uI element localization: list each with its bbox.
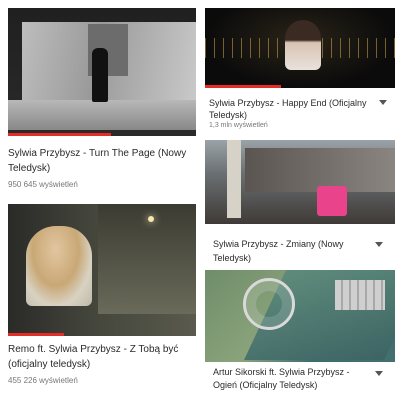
video-thumbnail[interactable] (205, 270, 395, 362)
video-views: 455 226 wyświetleń (8, 376, 78, 385)
overflow-menu-icon[interactable] (379, 100, 387, 105)
thumbnail-pillar (227, 140, 241, 218)
thumbnail-ground (8, 100, 196, 130)
video-progress-bar (8, 133, 112, 136)
thumbnail-suitcase (317, 186, 347, 216)
video-views: 950 645 wyświetleń (8, 180, 78, 189)
video-title[interactable]: Sylwia Przybysz - Turn The Page (Nowy Te… (8, 146, 194, 176)
video-progress-bar (205, 85, 281, 88)
video-title[interactable]: Remo ft. Sylwia Przybysz - Z Tobą być (o… (8, 342, 194, 372)
thumbnail-buildings (335, 280, 385, 310)
video-card-zmiany[interactable]: Sylwia Przybysz - Zmiany (Nowy Teledysk) (203, 134, 400, 268)
thumbnail-street-lamp (148, 216, 154, 222)
video-thumbnail[interactable] (205, 140, 395, 224)
thumbnail-person (92, 48, 108, 102)
video-card-turn-the-page[interactable]: Sylwia Przybysz - Turn The Page (Nowy Te… (0, 0, 199, 200)
video-thumbnail[interactable] (205, 8, 395, 88)
video-card-happy-end[interactable]: Sylwia Przybysz - Happy End (Oficjalny T… (203, 0, 400, 134)
thumbnail-person (285, 20, 321, 70)
video-card-ogien[interactable]: Artur Sikorski ft. Sylwia Przybysz - Ogi… (203, 268, 400, 400)
video-title[interactable]: Artur Sikorski ft. Sylwia Przybysz - Ogi… (213, 366, 373, 392)
video-card-z-toba-byc[interactable]: Remo ft. Sylwia Przybysz - Z Tobą być (o… (0, 200, 199, 400)
video-title[interactable]: Sylwia Przybysz - Zmiany (Nowy Teledysk) (213, 237, 373, 265)
overflow-menu-icon[interactable] (375, 371, 383, 376)
video-thumbnail[interactable] (8, 204, 196, 336)
thumbnail-street (98, 204, 196, 314)
video-views: 1,3 mln wyświetleń (209, 122, 268, 129)
thumbnail-person (26, 226, 92, 306)
thumbnail-ferris-wheel (243, 278, 295, 330)
video-thumbnail[interactable] (8, 8, 196, 136)
video-title[interactable]: Sylwia Przybysz - Happy End (Oficjalny T… (209, 97, 373, 121)
overflow-menu-icon[interactable] (375, 242, 383, 247)
video-progress-bar (8, 333, 65, 336)
